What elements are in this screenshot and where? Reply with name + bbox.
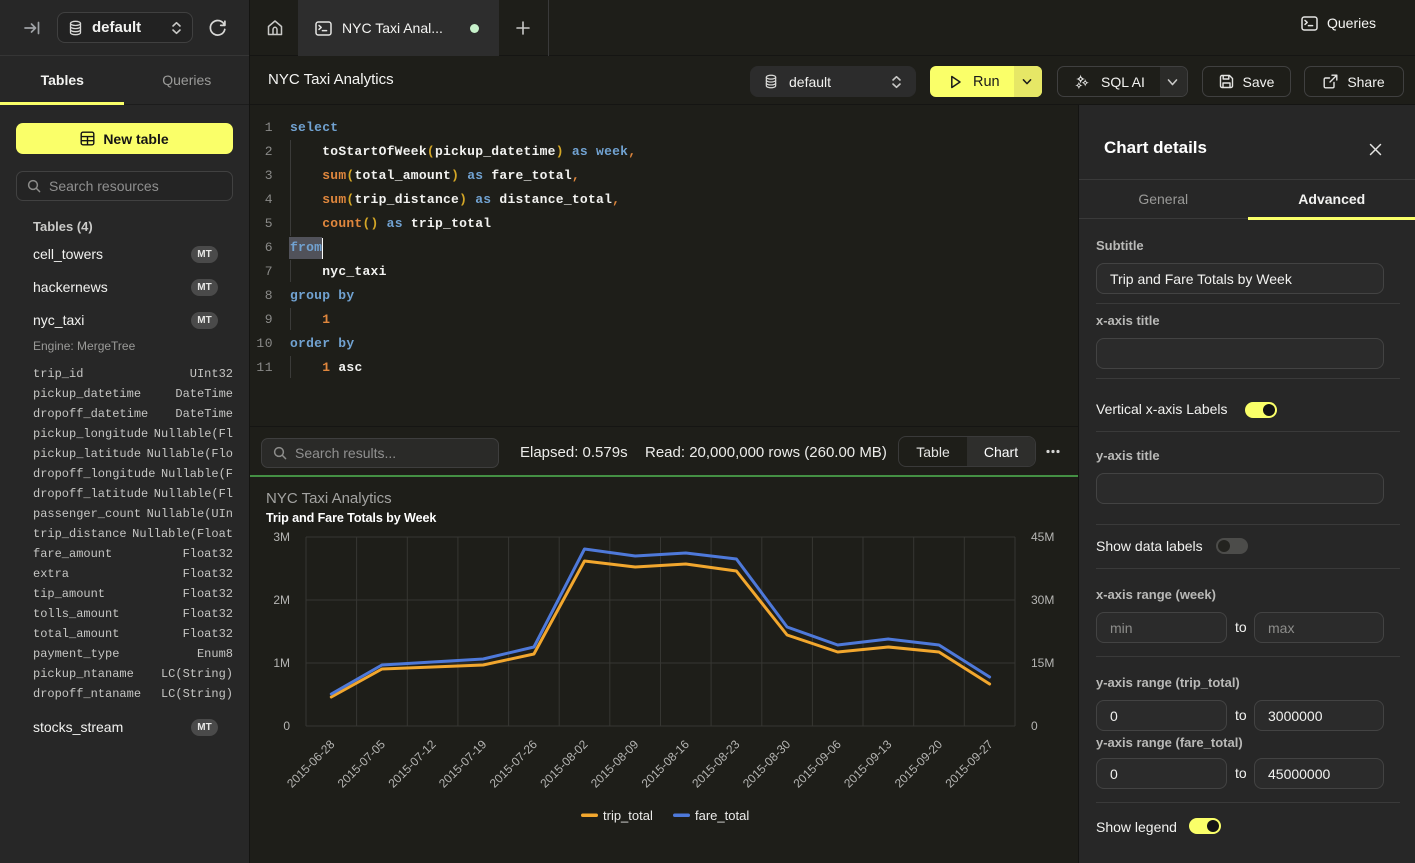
svg-text:2015-07-19: 2015-07-19 [436, 737, 490, 791]
svg-text:2015-08-23: 2015-08-23 [689, 737, 743, 791]
svg-text:2015-09-13: 2015-09-13 [841, 737, 895, 791]
svg-text:1M: 1M [273, 656, 290, 670]
svg-text:2015-07-26: 2015-07-26 [487, 737, 541, 791]
svg-text:0: 0 [1031, 719, 1038, 733]
svg-text:15M: 15M [1031, 656, 1054, 670]
svg-text:2015-08-02: 2015-08-02 [537, 737, 591, 791]
svg-text:2015-08-30: 2015-08-30 [740, 737, 794, 791]
svg-text:2015-07-12: 2015-07-12 [385, 737, 439, 791]
svg-text:NYC Taxi Analytics: NYC Taxi Analytics [266, 490, 392, 507]
svg-text:Trip and Fare Totals by Week: Trip and Fare Totals by Week [266, 511, 437, 525]
svg-text:2015-09-06: 2015-09-06 [791, 737, 845, 791]
svg-text:3M: 3M [273, 530, 290, 544]
svg-text:fare_total: fare_total [695, 808, 749, 823]
svg-text:trip_total: trip_total [603, 808, 653, 823]
svg-text:2015-07-05: 2015-07-05 [335, 737, 389, 791]
svg-text:2015-08-16: 2015-08-16 [639, 737, 693, 791]
svg-text:30M: 30M [1031, 593, 1054, 607]
svg-text:2015-09-20: 2015-09-20 [892, 737, 946, 791]
svg-text:2015-08-09: 2015-08-09 [588, 737, 642, 791]
svg-text:2M: 2M [273, 593, 290, 607]
svg-text:2015-06-28: 2015-06-28 [284, 737, 338, 791]
svg-text:45M: 45M [1031, 530, 1054, 544]
svg-text:0: 0 [283, 719, 290, 733]
svg-text:2015-09-27: 2015-09-27 [942, 737, 996, 791]
